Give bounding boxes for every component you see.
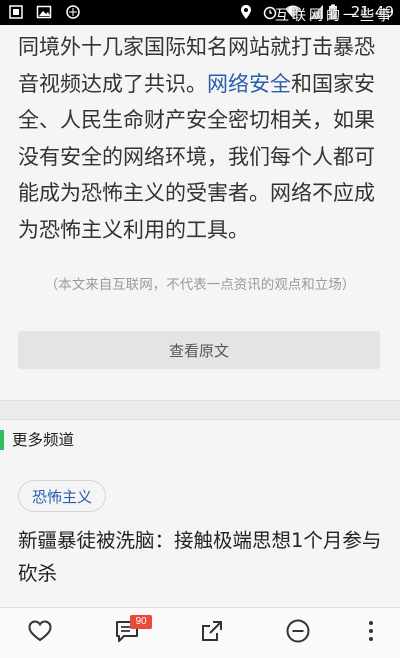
image-icon bbox=[36, 4, 52, 24]
share-button[interactable] bbox=[187, 608, 237, 658]
section-accent-bar bbox=[0, 430, 4, 450]
related-headline[interactable]: 新疆暴徒被洗脑：接触极端思想1个月参与砍杀 bbox=[18, 524, 384, 590]
more-channels-section: 更多频道 恐怖主义 新疆暴徒被洗脑：接触极端思想1个月参与砍杀 bbox=[0, 420, 400, 613]
more-options-button[interactable] bbox=[346, 608, 396, 658]
view-original-button[interactable]: 查看原文 bbox=[18, 331, 380, 369]
comment-count-badge: 90 bbox=[130, 615, 152, 629]
section-divider bbox=[0, 400, 400, 420]
like-button[interactable] bbox=[15, 608, 65, 658]
notification-square-icon bbox=[8, 4, 24, 24]
section-title: 更多频道 bbox=[12, 431, 75, 449]
weather-icon bbox=[64, 4, 82, 24]
status-bar: 21:49 互联网的一些事 bbox=[0, 0, 400, 25]
article-text-part2: 和国家安全、人民生命财产安全密切相关，如果没有安全的网络环境，我们每个人都可能成… bbox=[18, 71, 375, 242]
status-overlay-text: 互联网的一些事 bbox=[275, 8, 394, 24]
bottom-toolbar: 90 bbox=[0, 607, 400, 658]
article-body: 同境外十几家国际知名网站就打击暴恐音视频达成了共识。网络安全和国家安全、人民生命… bbox=[18, 29, 384, 248]
channel-tag[interactable]: 恐怖主义 bbox=[18, 480, 107, 512]
location-icon bbox=[240, 4, 252, 24]
dislike-button[interactable] bbox=[273, 608, 323, 658]
article-section: 同境外十几家国际知名网站就打击暴恐音视频达成了共识。网络安全和国家安全、人民生命… bbox=[0, 25, 400, 400]
comments-button[interactable]: 90 bbox=[102, 608, 152, 658]
network-security-link[interactable]: 网络安全 bbox=[207, 72, 291, 96]
disclaimer-text: （本文来自互联网，不代表一点资讯的观点和立场） bbox=[44, 277, 356, 293]
